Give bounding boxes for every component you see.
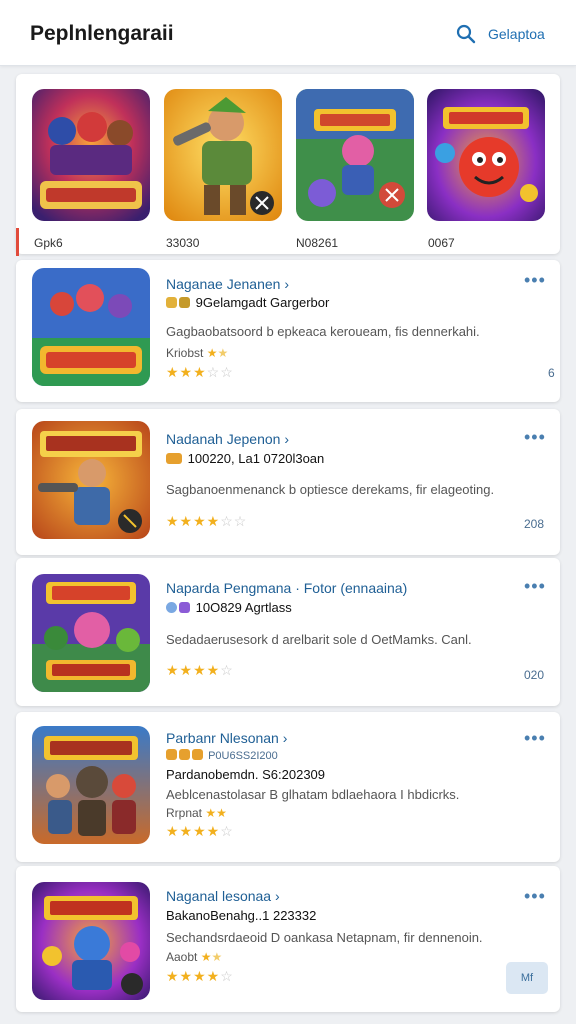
- game-list-item[interactable]: Naparda Pengmana · Fotor (ennaaina) 10O8…: [16, 558, 560, 706]
- game-description: Aeblcenastolasar B glhatam bdlaehaora I …: [166, 787, 460, 802]
- star-rating: ★★★★☆: [166, 968, 234, 984]
- game-list-item[interactable]: Naganal lesonaa › BakanoBenahg..1 223332…: [16, 866, 560, 1012]
- star-rating: ★★★★☆☆: [166, 513, 248, 529]
- game-title[interactable]: Naganal lesonaa ›: [166, 888, 280, 904]
- badge-icon: [166, 602, 177, 613]
- more-options-icon[interactable]: •••: [524, 576, 546, 597]
- more-options-icon[interactable]: •••: [524, 728, 546, 749]
- rating-label: Rrpnat ★★: [166, 806, 227, 820]
- badge-icon: [192, 749, 203, 760]
- game-icon: [32, 268, 150, 386]
- developer-name: 9Gelamgadt Gargerbor: [195, 295, 330, 310]
- game-developer: 100220, La1 0720l3oan: [166, 451, 324, 466]
- rating-label: Aaobt ★★: [166, 950, 223, 964]
- install-button[interactable]: Mf: [506, 962, 548, 994]
- game-developer: 9Gelamgadt Gargerbor: [166, 295, 329, 310]
- game-developer: Pardanobemdn. S6:202309: [166, 767, 326, 782]
- badge-icon: [166, 749, 177, 760]
- more-options-icon[interactable]: •••: [524, 427, 546, 448]
- featured-label: N08261: [296, 236, 339, 250]
- top-action-link[interactable]: Gelaptoa: [488, 26, 545, 42]
- game-description: Gagbaobatsoord b epkeaca keroueam, fis d…: [166, 324, 480, 339]
- game-list-item[interactable]: Parbanr Nlesonan › P0U6SS2I200 Pardanobe…: [16, 712, 560, 862]
- game-version: P0U6SS2I200: [166, 749, 278, 762]
- rating-text: Aaobt: [166, 950, 198, 964]
- game-icon: [32, 574, 150, 692]
- star-rating: ★★★☆☆: [166, 364, 234, 380]
- game-title[interactable]: Naganae Jenanen ›: [166, 276, 289, 292]
- top-app-bar: Peplnlengaraii Gelaptoa: [0, 0, 576, 66]
- game-art-icon: [427, 89, 545, 221]
- featured-label: Gpk6: [34, 236, 63, 250]
- app-title: Peplnlengaraii: [30, 22, 174, 45]
- game-list-item[interactable]: Naganae Jenanen › 9Gelamgadt Gargerbor G…: [16, 260, 560, 402]
- featured-label: 33030: [166, 236, 200, 250]
- featured-carousel: Gpk6 33030 N08261 0067: [16, 74, 560, 256]
- developer-name: 100220, La1 0720l3oan: [187, 451, 325, 466]
- game-list-item[interactable]: Nadanah Jepenon › 100220, La1 0720l3oan …: [16, 409, 560, 555]
- featured-label: 0067: [428, 236, 455, 250]
- badge-icon: [166, 453, 182, 464]
- game-developer: 10O829 Agrtlass: [166, 600, 292, 615]
- featured-game-thumbnail[interactable]: [32, 89, 150, 221]
- game-description: Sagbanoenmenanck b optiesce derekams, fi…: [166, 482, 495, 497]
- game-icon: [32, 882, 150, 1000]
- more-options-icon[interactable]: •••: [524, 270, 546, 291]
- game-developer: BakanoBenahg..1 223332: [166, 908, 317, 923]
- item-meta: 208: [524, 517, 545, 531]
- badge-icon: [179, 749, 190, 760]
- featured-game-thumbnail[interactable]: [296, 89, 414, 221]
- badge-icon: [166, 297, 177, 308]
- rating-text: Rrpnat: [166, 806, 203, 820]
- item-meta: 020: [524, 668, 545, 682]
- game-title[interactable]: Parbanr Nlesonan ›: [166, 730, 287, 746]
- game-icon: [32, 421, 150, 539]
- star-rating: ★★★★☆: [166, 662, 234, 678]
- carousel-indicator: [16, 228, 19, 256]
- game-title[interactable]: Naparda Pengmana · Fotor (ennaaina): [166, 580, 407, 596]
- badge-icon: [179, 297, 190, 308]
- game-art-icon: [32, 89, 150, 221]
- rating-label: Kriobst ★★: [166, 346, 229, 360]
- badge-icon: [179, 602, 190, 613]
- version-text: P0U6SS2I200: [208, 750, 278, 762]
- featured-game-thumbnail[interactable]: [427, 89, 545, 221]
- rating-text: Kriobst: [166, 346, 204, 360]
- developer-name: 10O829 Agrtlass: [195, 600, 292, 615]
- featured-game-thumbnail[interactable]: [164, 89, 282, 221]
- game-title[interactable]: Nadanah Jepenon ›: [166, 431, 289, 447]
- game-icon: [32, 726, 150, 844]
- item-meta: 6: [548, 366, 555, 380]
- game-description: Sechandsrdaeoid D oankasa Netapnam, fir …: [166, 930, 483, 945]
- game-art-icon: [296, 89, 414, 221]
- search-icon[interactable]: [456, 24, 476, 44]
- game-art-icon: [164, 89, 282, 221]
- game-description: Sedadaerusesork d arelbarit sole d OetMa…: [166, 632, 472, 647]
- more-options-icon[interactable]: •••: [524, 886, 546, 907]
- star-rating: ★★★★☆: [166, 823, 234, 839]
